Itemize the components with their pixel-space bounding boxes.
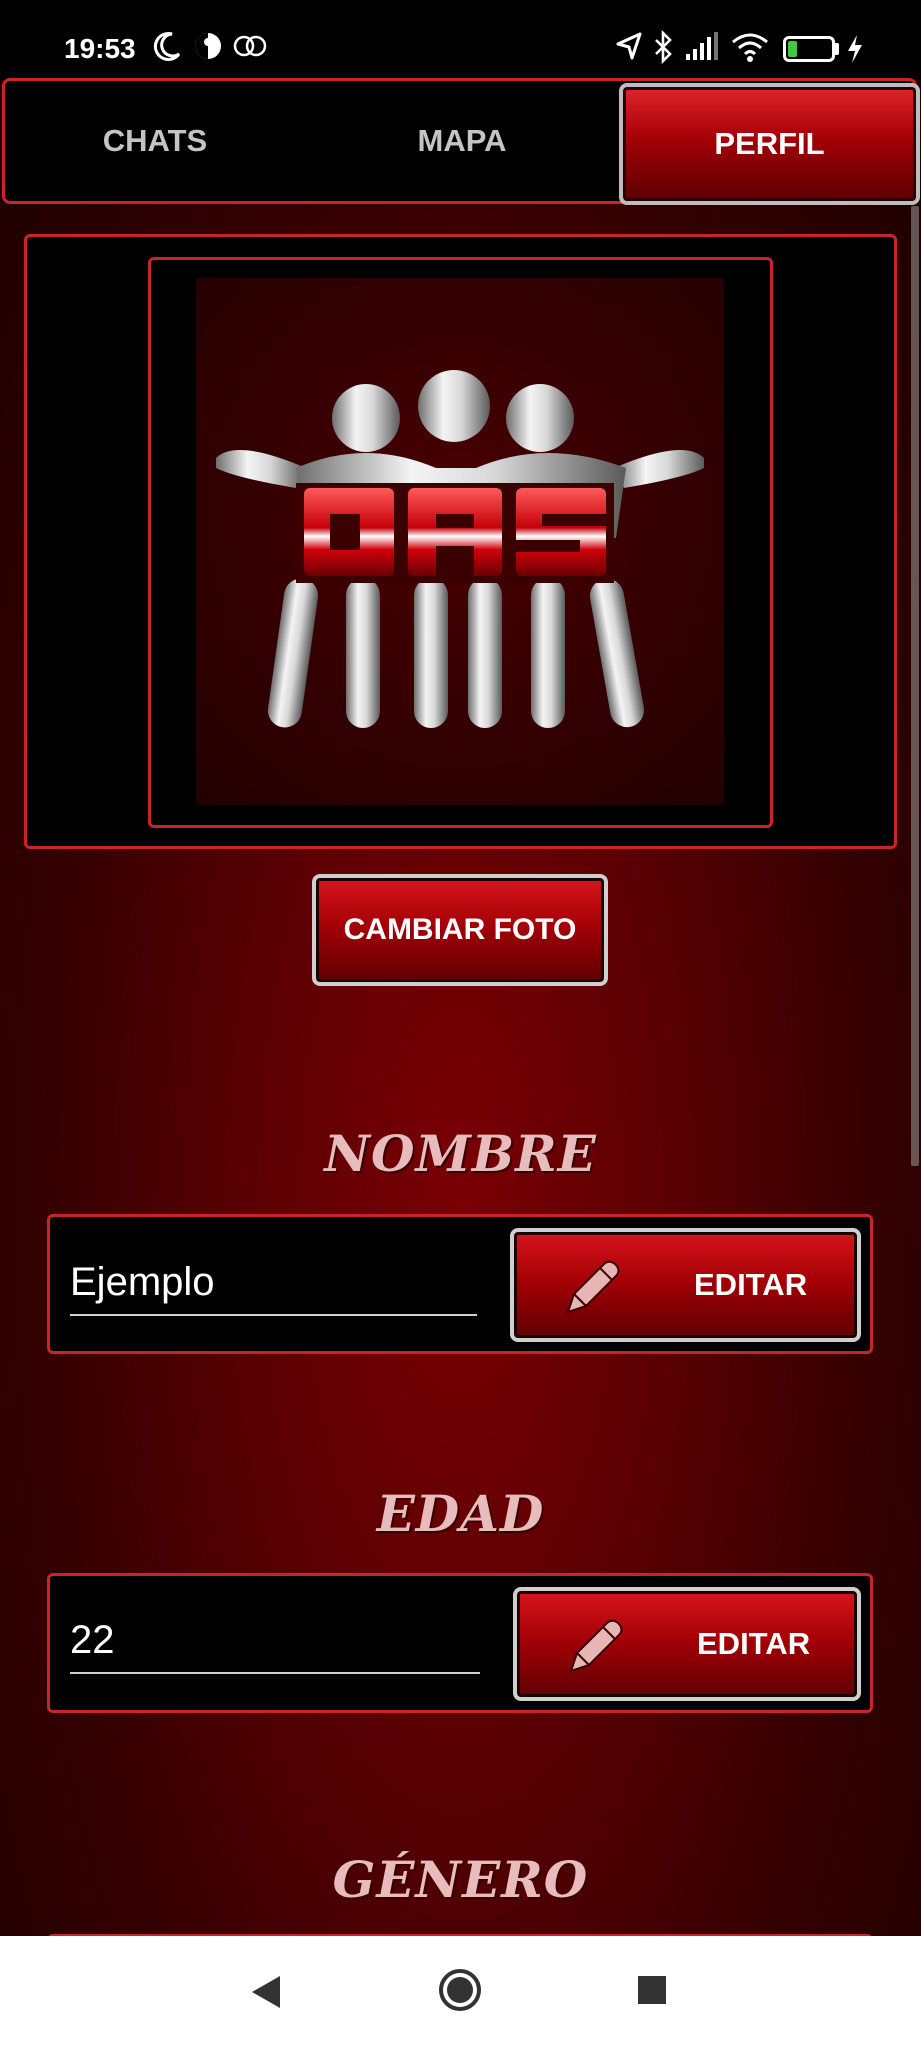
pencil-icon <box>569 1619 623 1673</box>
das-logo <box>216 370 704 728</box>
tab-chats[interactable]: CHATS <box>5 81 305 201</box>
edit-edad-button[interactable]: EDITAR <box>513 1587 861 1701</box>
edit-edad-label: EDITAR <box>697 1626 811 1661</box>
change-photo-button[interactable]: CAMBIAR FOTO <box>312 874 608 986</box>
edad-input-underline <box>70 1672 480 1674</box>
navigation-bar <box>0 1936 921 2048</box>
pencil-icon <box>566 1260 620 1314</box>
status-bar: 19:53 20 <box>0 0 921 80</box>
charging-icon <box>848 35 862 63</box>
battery-tip <box>835 43 839 55</box>
edad-input[interactable]: 22 <box>70 1618 115 1663</box>
dual-sim-icon <box>233 35 267 57</box>
battery-icon: 20 <box>783 36 835 62</box>
signal-icon <box>686 32 718 60</box>
bluetooth-icon <box>655 30 672 64</box>
battery-level: 20 <box>798 38 820 59</box>
recents-icon[interactable] <box>636 1974 668 2006</box>
tab-mapa[interactable]: MAPA <box>312 81 612 201</box>
wifi-icon <box>732 33 768 62</box>
moon-icon <box>153 32 181 61</box>
home-icon[interactable] <box>438 1968 482 2012</box>
status-time: 19:53 <box>64 33 136 64</box>
data-saver-icon <box>195 33 221 59</box>
nombre-input-underline <box>70 1314 477 1316</box>
edad-title: EDAD <box>376 1484 545 1543</box>
profile-photo <box>196 278 724 805</box>
tab-perfil[interactable]: PERFIL <box>619 83 920 205</box>
nombre-input[interactable]: Ejemplo <box>70 1260 215 1305</box>
nombre-title: NOMBRE <box>324 1124 597 1183</box>
tab-bar: CHATS MAPA PERFIL <box>2 78 920 205</box>
edit-nombre-button[interactable]: EDITAR <box>510 1228 861 1342</box>
back-icon[interactable] <box>248 1972 284 2012</box>
genero-title: GÉNERO <box>332 1850 589 1909</box>
scrollbar[interactable] <box>911 206 919 1166</box>
edit-nombre-label: EDITAR <box>694 1267 808 1302</box>
location-arrow-icon <box>616 32 642 60</box>
